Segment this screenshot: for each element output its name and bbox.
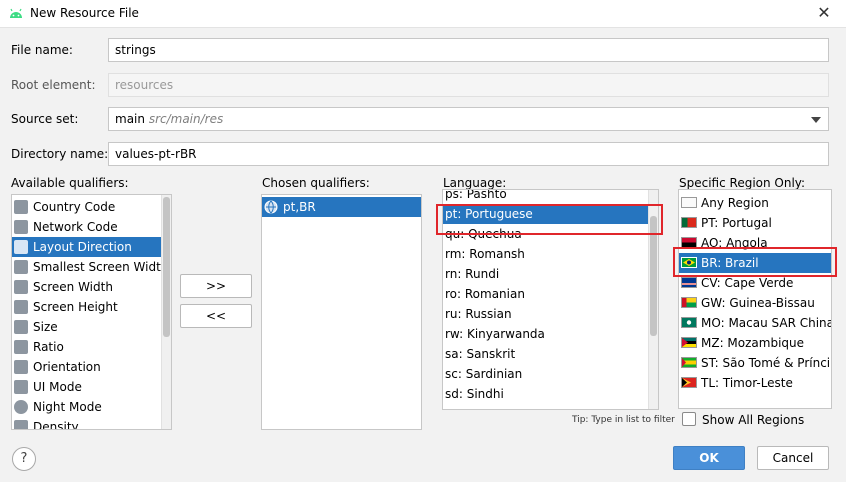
available-qualifiers-list[interactable]: Country Code Network Code Layout Directi…: [11, 194, 172, 430]
region-item-pt[interactable]: PT: Portugal: [679, 213, 831, 233]
chosen-qualifiers-label: Chosen qualifiers:: [262, 176, 370, 190]
close-icon: ✕: [817, 3, 831, 22]
language-item-rn[interactable]: rn: Rundi: [443, 264, 658, 284]
help-icon: ?: [20, 451, 28, 466]
portugal-flag-icon: [681, 217, 697, 228]
chosen-qualifier-pt-br[interactable]: pt,BR: [262, 197, 421, 217]
qualifier-layout-direction[interactable]: Layout Direction: [12, 237, 171, 257]
language-item-qu[interactable]: qu: Quechua: [443, 224, 658, 244]
size-icon: [14, 320, 28, 334]
guinea-bissau-flag-icon: [681, 297, 697, 308]
root-element-label: Root element:: [11, 78, 96, 92]
root-element-input: resources: [108, 73, 829, 97]
qualifier-ui-mode[interactable]: UI Mode: [12, 377, 171, 397]
file-name-input[interactable]: strings: [108, 38, 829, 62]
timor-leste-flag-icon: [681, 377, 697, 388]
ratio-icon: [14, 340, 28, 354]
scroll-thumb[interactable]: [163, 197, 170, 337]
layout-direction-icon: [14, 240, 28, 254]
smallest-width-icon: [14, 260, 28, 274]
angola-flag-icon: [681, 237, 697, 248]
file-name-value: strings: [115, 43, 156, 57]
help-button[interactable]: ?: [12, 447, 36, 471]
region-label: Specific Region Only:: [679, 176, 806, 190]
qualifier-network-code[interactable]: Network Code: [12, 217, 171, 237]
language-item-sd[interactable]: sd: Sindhi: [443, 384, 658, 404]
region-item-mo[interactable]: MO: Macau SAR China: [679, 313, 831, 333]
language-item-pt[interactable]: pt: Portuguese: [443, 204, 658, 224]
available-qualifiers-label: Available qualifiers:: [11, 176, 129, 190]
source-set-value: main: [115, 112, 145, 126]
qualifier-ratio[interactable]: Ratio: [12, 337, 171, 357]
add-qualifier-button[interactable]: >>: [180, 274, 252, 298]
screen-width-icon: [14, 280, 28, 294]
window-title: New Resource File: [30, 6, 139, 20]
region-item-ao[interactable]: AO: Angola: [679, 233, 831, 253]
qualifier-country-code[interactable]: Country Code: [12, 197, 171, 217]
remove-qualifier-button[interactable]: <<: [180, 304, 252, 328]
qualifier-night-mode[interactable]: Night Mode: [12, 397, 171, 417]
show-all-regions-label[interactable]: Show All Regions: [702, 413, 804, 427]
chosen-qualifiers-list[interactable]: pt,BR: [261, 194, 422, 430]
language-scrollbar[interactable]: [648, 190, 658, 409]
region-item-mz[interactable]: MZ: Mozambique: [679, 333, 831, 353]
android-icon: [10, 8, 22, 18]
qualifier-size[interactable]: Size: [12, 317, 171, 337]
root-element-placeholder: resources: [115, 78, 174, 92]
title-bar: New Resource File ✕: [0, 0, 846, 28]
screen-height-icon: [14, 300, 28, 314]
region-item-cv[interactable]: CV: Cape Verde: [679, 273, 831, 293]
region-item-br[interactable]: BR: Brazil: [679, 253, 831, 273]
macau-flag-icon: [681, 317, 697, 328]
country-code-icon: [14, 200, 28, 214]
qualifier-screen-height[interactable]: Screen Height: [12, 297, 171, 317]
night-mode-icon: [14, 400, 28, 414]
language-item-ps[interactable]: ps: Pashto: [443, 190, 658, 204]
blank-flag-icon: [681, 197, 697, 208]
file-name-label: File name:: [11, 43, 73, 57]
globe-icon: [264, 200, 278, 214]
ui-mode-icon: [14, 380, 28, 394]
language-item-sa[interactable]: sa: Sanskrit: [443, 344, 658, 364]
source-set-hint: src/main/res: [148, 112, 224, 126]
source-set-label: Source set:: [11, 112, 79, 126]
language-item-sc[interactable]: sc: Sardinian: [443, 364, 658, 384]
mozambique-flag-icon: [681, 337, 697, 348]
region-item-st[interactable]: ST: São Tomé & Príncipe: [679, 353, 831, 373]
region-item-gw[interactable]: GW: Guinea-Bissau: [679, 293, 831, 313]
directory-name-label: Directory name:: [11, 147, 109, 161]
qualifier-screen-width[interactable]: Screen Width: [12, 277, 171, 297]
directory-name-value: values-pt-rBR: [115, 147, 197, 161]
language-item-rw[interactable]: rw: Kinyarwanda: [443, 324, 658, 344]
source-set-dropdown[interactable]: main src/main/res: [108, 107, 829, 131]
directory-name-input[interactable]: values-pt-rBR: [108, 142, 829, 166]
region-item-any[interactable]: Any Region: [679, 193, 831, 213]
qualifier-orientation[interactable]: Orientation: [12, 357, 171, 377]
language-list[interactable]: ps: Pashto pt: Portuguese qu: Quechua rm…: [442, 189, 659, 410]
available-qualifiers-scrollbar[interactable]: [161, 195, 171, 429]
brazil-flag-icon: [681, 257, 697, 268]
cancel-button[interactable]: Cancel: [757, 446, 829, 470]
region-list[interactable]: Any Region PT: Portugal AO: Angola BR: B…: [678, 189, 832, 409]
chevron-down-icon: [811, 117, 821, 123]
close-button[interactable]: ✕: [814, 3, 834, 23]
language-label: Language:: [443, 176, 507, 190]
language-item-ro[interactable]: ro: Romanian: [443, 284, 658, 304]
qualifier-smallest-screen-width[interactable]: Smallest Screen Width: [12, 257, 171, 277]
region-item-tl[interactable]: TL: Timor-Leste: [679, 373, 831, 393]
show-all-regions-checkbox[interactable]: [682, 412, 696, 426]
sao-tome-flag-icon: [681, 357, 697, 368]
density-icon: [14, 420, 28, 429]
scroll-thumb[interactable]: [650, 216, 657, 336]
cape-verde-flag-icon: [681, 277, 697, 288]
language-item-rm[interactable]: rm: Romansh: [443, 244, 658, 264]
ok-button[interactable]: OK: [673, 446, 745, 470]
qualifier-density[interactable]: Density: [12, 417, 171, 429]
network-code-icon: [14, 220, 28, 234]
language-item-ru[interactable]: ru: Russian: [443, 304, 658, 324]
orientation-icon: [14, 360, 28, 374]
filter-tip: Tip: Type in list to filter: [572, 415, 675, 425]
